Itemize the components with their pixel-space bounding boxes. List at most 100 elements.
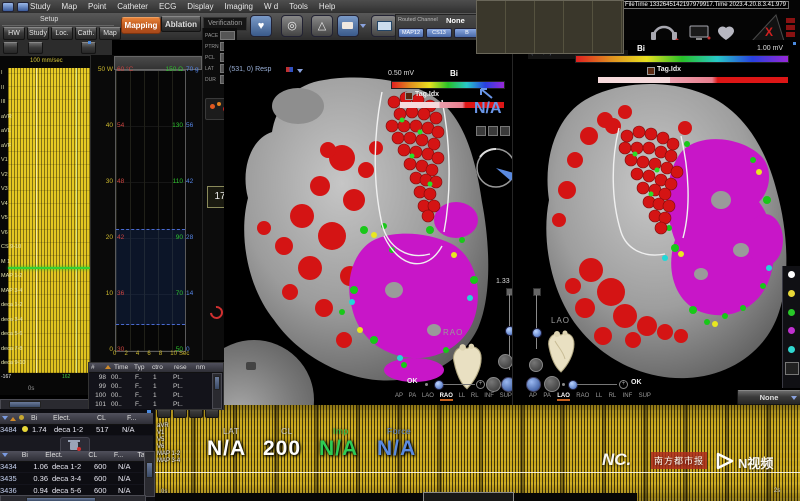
pan-slider-handle[interactable] bbox=[434, 380, 444, 390]
menu-item[interactable]: Display bbox=[187, 2, 213, 11]
rotate-view-button[interactable] bbox=[526, 377, 541, 392]
orientation-preset[interactable]: LAO bbox=[557, 393, 570, 401]
channel-button[interactable]: MAP12 bbox=[398, 28, 424, 38]
map-view-left[interactable]: (531, 0) Resp 0.50 mV Bi Tag.Idx N/A 1.3… bbox=[224, 40, 513, 410]
side-toolbar-row[interactable]: PACE bbox=[205, 31, 235, 40]
map-view-right[interactable]: (531, 0) 0.50 mV Bi 1.00 mV Tag.Idx LAO … bbox=[515, 40, 800, 410]
caliper-line-2[interactable] bbox=[76, 68, 77, 373]
points-list-scrollbar[interactable] bbox=[144, 451, 155, 497]
point-row[interactable]: 99 00.. F.. 1 Pt.. bbox=[89, 382, 223, 391]
orientation-preset[interactable]: INF bbox=[623, 393, 633, 401]
pan-slider-track[interactable] bbox=[577, 384, 617, 385]
view-tool-button[interactable] bbox=[498, 354, 513, 369]
pan-slider-track[interactable] bbox=[443, 384, 475, 385]
zoom-slider-handle[interactable] bbox=[505, 326, 513, 336]
plus-button[interactable]: + bbox=[619, 380, 628, 389]
view-header[interactable]: (531, 0) Resp bbox=[229, 66, 271, 73]
orientation-preset[interactable]: AP bbox=[395, 393, 403, 401]
orientation-preset[interactable]: LL bbox=[596, 393, 603, 401]
rotate-icon[interactable] bbox=[207, 303, 225, 321]
legend-box[interactable] bbox=[785, 362, 799, 375]
setup-button[interactable]: Loc. bbox=[51, 27, 73, 40]
menu-item[interactable]: Tools bbox=[289, 2, 308, 11]
orientation-preset[interactable]: LL bbox=[459, 393, 466, 401]
points-list-hscroll[interactable] bbox=[0, 495, 146, 501]
monitor-button[interactable] bbox=[371, 15, 397, 37]
ecg-tool-button-2[interactable] bbox=[28, 42, 43, 54]
point-list-row[interactable]: 3435 0.36 deca 3-4 600 N/A bbox=[0, 473, 144, 485]
snapshot-button[interactable] bbox=[337, 15, 359, 37]
col-num[interactable]: # bbox=[89, 363, 105, 372]
ablation-button[interactable]: Ablation bbox=[161, 16, 201, 32]
snapshot-dropdown-caret[interactable] bbox=[360, 24, 366, 28]
zoom-slider-handle[interactable] bbox=[532, 328, 542, 338]
menu-item[interactable]: W d bbox=[264, 2, 278, 11]
app-icon[interactable] bbox=[2, 2, 14, 12]
tag-checkbox[interactable] bbox=[647, 67, 655, 75]
routed-channel-value[interactable]: None bbox=[446, 16, 465, 25]
orientation-preset[interactable]: RL bbox=[609, 393, 617, 401]
orientation-preset[interactable]: SUP bbox=[500, 393, 512, 401]
legend-color-dot[interactable] bbox=[788, 271, 795, 278]
ecg-scroll-handle[interactable] bbox=[9, 401, 41, 408]
rotate-view-button[interactable] bbox=[501, 377, 513, 392]
mapping-button[interactable]: Mapping bbox=[121, 17, 161, 34]
review-time-end: 2s bbox=[774, 488, 780, 494]
legend-color-dot[interactable] bbox=[788, 346, 795, 353]
orientation-preset[interactable]: INF bbox=[484, 393, 494, 401]
setup-button[interactable]: Cath. bbox=[75, 27, 97, 40]
point-row[interactable]: 98 00.. F.. 1 Pt.. bbox=[89, 373, 223, 382]
menu-item[interactable]: Map bbox=[61, 2, 77, 11]
projection-button[interactable]: △ bbox=[311, 15, 333, 37]
selected-point-row[interactable]: 3484 1.74 deca 1-2 517 N/A bbox=[0, 424, 153, 436]
orientation-preset[interactable]: SUP bbox=[639, 393, 651, 401]
reset-view-button[interactable] bbox=[544, 376, 560, 392]
point-row[interactable]: 101 00.. F.. 1 Pt.. bbox=[89, 400, 223, 409]
view-header-caret[interactable] bbox=[297, 69, 303, 73]
heart-orientation-icon[interactable] bbox=[543, 329, 579, 375]
zoom-slider-track[interactable] bbox=[536, 295, 537, 349]
compass-button[interactable]: ◎ bbox=[281, 15, 303, 37]
ok-button[interactable]: OK bbox=[631, 379, 642, 386]
review-scroll-box[interactable] bbox=[423, 492, 514, 501]
view-tool-button[interactable] bbox=[529, 358, 543, 372]
menu-item[interactable]: Imaging bbox=[225, 2, 253, 11]
legend-color-dot[interactable] bbox=[788, 309, 795, 316]
orientation-preset[interactable]: RAO bbox=[576, 393, 589, 401]
orientation-preset[interactable]: PA bbox=[409, 393, 417, 401]
lat-label: LAT bbox=[223, 426, 239, 436]
orientation-preset[interactable]: RL bbox=[471, 393, 479, 401]
ecg-panel[interactable]: 100 mm/sec IIIIIIaVRaVLaVFV1V2V3V4V5V6CS… bbox=[0, 56, 90, 395]
ecg-tool-button-1[interactable] bbox=[3, 42, 18, 54]
reset-view-button[interactable] bbox=[486, 377, 501, 392]
legend-color-dot[interactable] bbox=[788, 290, 795, 297]
menu-item[interactable]: Study bbox=[30, 2, 50, 11]
heart-view-button[interactable]: ♥ bbox=[250, 15, 272, 37]
setup-button[interactable]: Study bbox=[27, 27, 49, 40]
points-scrollbar[interactable] bbox=[212, 373, 222, 409]
menu-item[interactable]: Point bbox=[88, 2, 106, 11]
menu-item[interactable]: Catheter bbox=[117, 2, 148, 11]
menu-item[interactable]: ECG bbox=[159, 2, 176, 11]
plus-button[interactable]: + bbox=[476, 380, 485, 389]
pan-slider-handle[interactable] bbox=[568, 380, 578, 390]
point-row[interactable]: 100 00.. F.. 1 Pt.. bbox=[89, 391, 223, 400]
caliper-line-1[interactable] bbox=[36, 68, 37, 373]
orientation-preset[interactable]: LAO bbox=[422, 393, 434, 401]
orientation-preset[interactable]: PA bbox=[543, 393, 551, 401]
tag-filter-dropdown[interactable]: None bbox=[737, 390, 800, 405]
channel-button[interactable]: CS13 bbox=[426, 28, 452, 38]
signal-popup[interactable] bbox=[476, 0, 624, 54]
legend-color-dot[interactable] bbox=[788, 327, 795, 334]
trash-tab[interactable] bbox=[60, 437, 90, 452]
tag-checkbox[interactable] bbox=[405, 92, 413, 100]
setup-button[interactable]: Map bbox=[99, 27, 121, 40]
orientation-preset[interactable]: RAO bbox=[440, 393, 453, 401]
orientation-preset[interactable]: AP bbox=[529, 393, 537, 401]
menu-item[interactable]: Help bbox=[319, 2, 335, 11]
ok-button[interactable]: OK bbox=[407, 378, 418, 385]
point-list-row[interactable]: 3434 1.06 deca 1-2 600 N/A bbox=[0, 461, 144, 473]
setup-button[interactable]: HW bbox=[3, 27, 25, 40]
app-icon-2[interactable] bbox=[17, 2, 29, 12]
orientation-label: RAO bbox=[443, 328, 463, 337]
